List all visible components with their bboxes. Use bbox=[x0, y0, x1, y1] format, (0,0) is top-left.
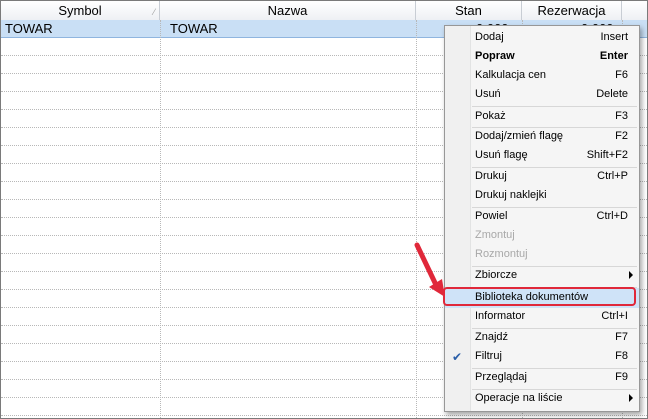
menu-item-label: Operacje na liście bbox=[475, 392, 563, 404]
column-header-stan[interactable]: Stan bbox=[416, 1, 522, 20]
menu-item-shortcut: F8 bbox=[615, 350, 628, 362]
menu-item-label: Dodaj bbox=[475, 31, 504, 43]
column-header-extra bbox=[622, 1, 647, 20]
menu-item-label: Znajdź bbox=[475, 331, 509, 343]
menu-item-shortcut: Insert bbox=[600, 31, 628, 43]
grid-header: Symbol ⁄ Nazwa Stan Rezerwacja bbox=[1, 1, 647, 21]
menu-item-label: Filtruj bbox=[475, 350, 502, 362]
menu-item-informator[interactable]: Informator Ctrl+I bbox=[445, 307, 639, 327]
menu-item-label: Usuń bbox=[475, 88, 501, 100]
cell-nazwa: TOWAR bbox=[170, 21, 218, 36]
menu-item-label: Kalkulacja cen bbox=[475, 69, 546, 81]
menu-item-shortcut: F6 bbox=[615, 69, 628, 81]
menu-item-usun-flage[interactable]: Usuń flagę Shift+F2 bbox=[445, 146, 639, 166]
menu-item-shortcut: F2 bbox=[615, 130, 628, 142]
column-divider bbox=[160, 20, 161, 418]
menu-item-shortcut: F3 bbox=[615, 110, 628, 122]
menu-item-label: Rozmontuj bbox=[475, 248, 528, 260]
column-header-nazwa[interactable]: Nazwa bbox=[160, 1, 416, 20]
column-divider bbox=[416, 20, 417, 418]
menu-item-rozmontuj: Rozmontuj bbox=[445, 245, 639, 265]
column-header-symbol[interactable]: Symbol ⁄ bbox=[1, 1, 160, 20]
column-header-nazwa-label: Nazwa bbox=[267, 3, 308, 18]
menu-item-znajdz[interactable]: Znajdź F7 bbox=[445, 328, 639, 348]
menu-item-operacje-na-liscie[interactable]: Operacje na liście bbox=[445, 389, 639, 409]
menu-item-shortcut: Shift+F2 bbox=[586, 149, 628, 161]
menu-item-popraw[interactable]: Popraw Enter bbox=[445, 47, 639, 67]
menu-item-filtruj[interactable]: ✔ Filtruj F8 bbox=[445, 347, 639, 367]
menu-item-label: Powiel bbox=[475, 210, 508, 222]
context-menu: Dodaj Insert Popraw Enter Kalkulacja cen… bbox=[444, 25, 640, 412]
submenu-arrow-icon bbox=[629, 394, 633, 402]
menu-item-powiel[interactable]: Powiel Ctrl+D bbox=[445, 207, 639, 227]
menu-item-label: Informator bbox=[475, 310, 526, 322]
menu-item-label: Drukuj naklejki bbox=[475, 189, 547, 201]
menu-item-label: Drukuj bbox=[475, 170, 507, 182]
menu-item-kalkulacja-cen[interactable]: Kalkulacja cen F6 bbox=[445, 66, 639, 86]
menu-item-label: Przeglądaj bbox=[475, 371, 527, 383]
menu-item-label: Dodaj/zmień flagę bbox=[475, 130, 564, 142]
menu-item-shortcut: Ctrl+I bbox=[601, 310, 628, 322]
menu-item-label: Zbiorcze bbox=[475, 269, 518, 281]
checkmark-icon: ✔ bbox=[452, 350, 463, 364]
menu-item-shortcut: Delete bbox=[596, 88, 628, 100]
menu-item-pokaz[interactable]: Pokaż F3 bbox=[445, 107, 639, 127]
menu-item-shortcut: Ctrl+P bbox=[597, 170, 628, 182]
menu-item-shortcut: F7 bbox=[615, 331, 628, 343]
menu-item-drukuj[interactable]: Drukuj Ctrl+P bbox=[445, 167, 639, 187]
menu-item-label: Zmontuj bbox=[475, 229, 515, 241]
cell-symbol: TOWAR bbox=[5, 21, 53, 36]
column-header-symbol-label: Symbol bbox=[58, 3, 102, 18]
menu-item-drukuj-naklejki[interactable]: Drukuj naklejki bbox=[445, 186, 639, 206]
menu-item-zmontuj: Zmontuj bbox=[445, 226, 639, 246]
submenu-arrow-icon bbox=[629, 271, 633, 279]
menu-item-usun[interactable]: Usuń Delete bbox=[445, 85, 639, 105]
column-header-stan-label: Stan bbox=[455, 3, 482, 18]
menu-item-dodaj[interactable]: Dodaj Insert bbox=[445, 28, 639, 48]
annotation-highlight-box bbox=[443, 287, 636, 306]
column-header-rezerwacja[interactable]: Rezerwacja bbox=[522, 1, 622, 20]
menu-item-label: Popraw bbox=[475, 50, 515, 62]
column-header-rezerwacja-label: Rezerwacja bbox=[537, 3, 606, 18]
menu-item-label: Pokaż bbox=[475, 110, 506, 122]
product-list-window: Symbol ⁄ Nazwa Stan Rezerwacja TOWAR TOW… bbox=[0, 0, 648, 419]
annotation-arrow-icon bbox=[414, 242, 445, 297]
menu-item-zbiorcze[interactable]: Zbiorcze bbox=[445, 266, 639, 286]
menu-item-shortcut: Ctrl+D bbox=[596, 210, 628, 222]
menu-item-przegladaj[interactable]: Przeglądaj F9 bbox=[445, 368, 639, 388]
menu-item-shortcut: Enter bbox=[599, 50, 628, 62]
menu-item-label: Usuń flagę bbox=[475, 149, 528, 161]
menu-item-dodaj-zmien-flage[interactable]: Dodaj/zmień flagę F2 bbox=[445, 127, 639, 147]
menu-item-shortcut: F9 bbox=[615, 371, 628, 383]
